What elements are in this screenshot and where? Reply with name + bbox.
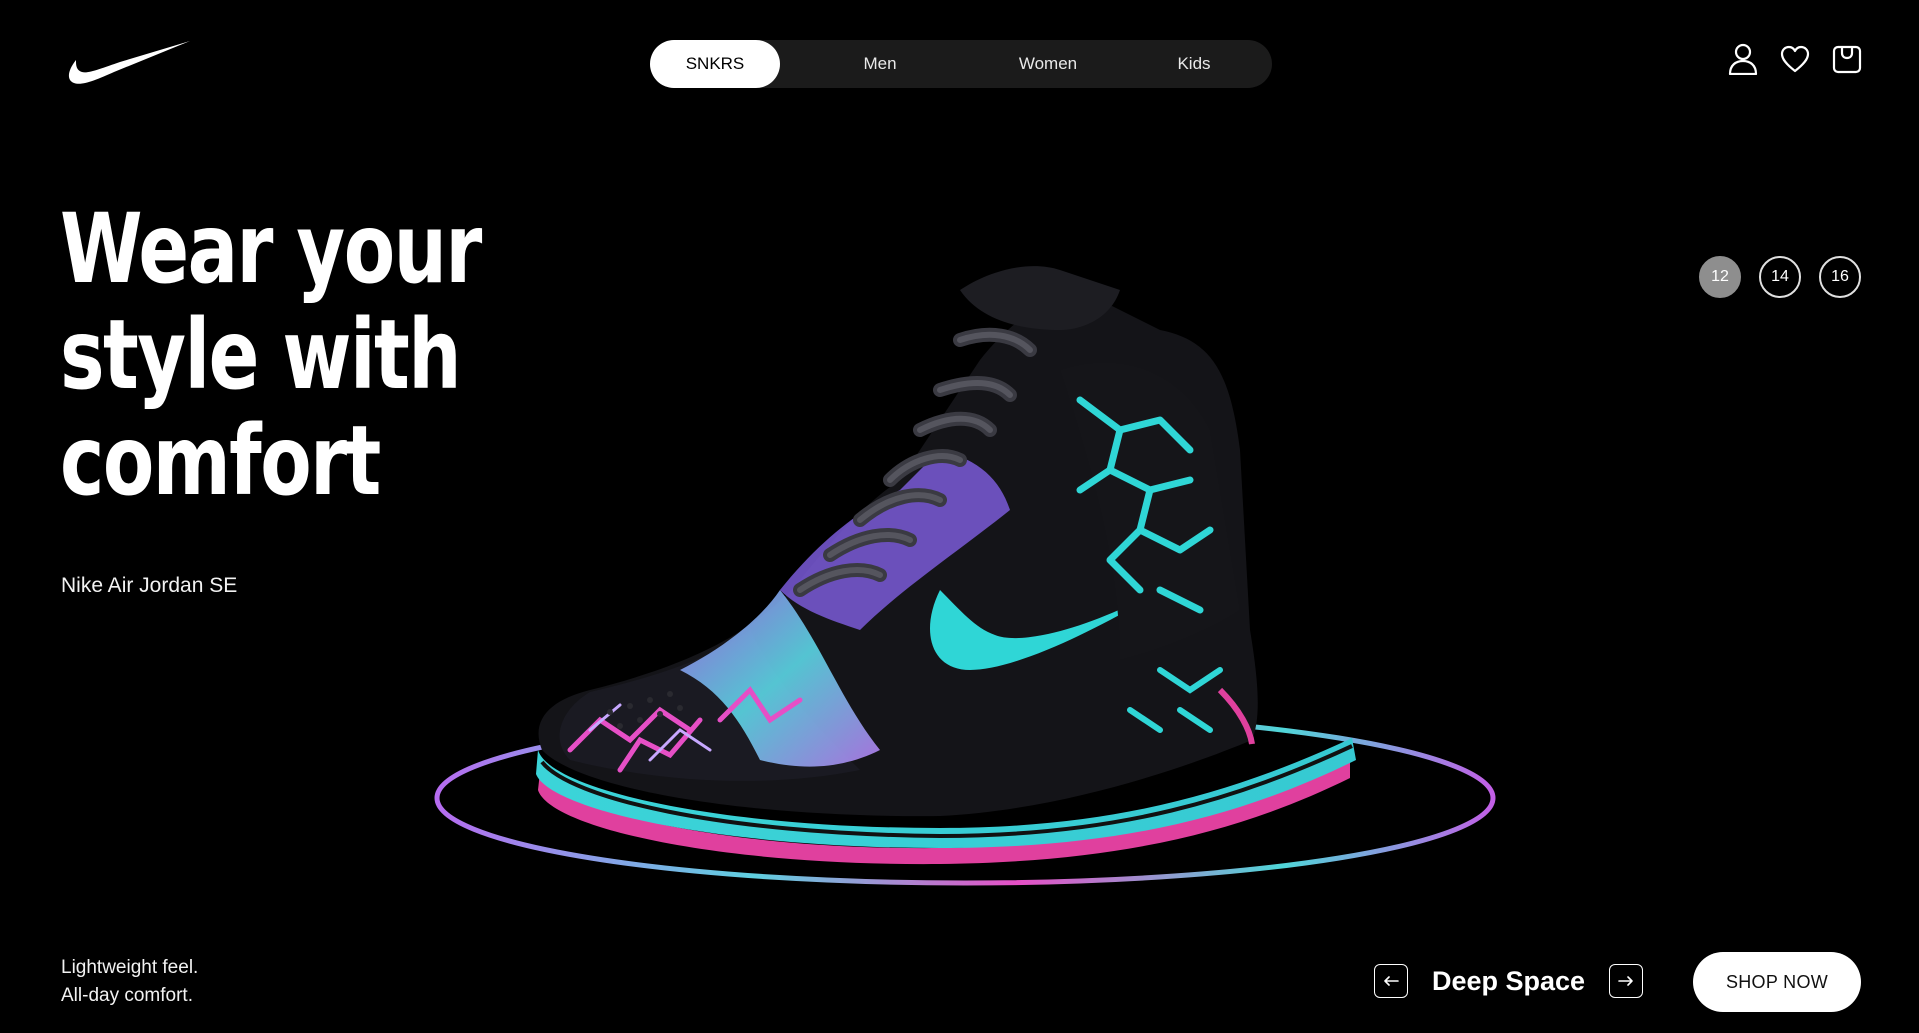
colorway-name: Deep Space: [1432, 965, 1586, 996]
heart-icon[interactable]: [1779, 42, 1811, 76]
product-name: Nike Air Jordan SE: [61, 574, 238, 597]
tab-kids[interactable]: Kids: [1116, 40, 1272, 88]
tab-women[interactable]: Women: [980, 40, 1116, 88]
tagline-line: Lightweight feel.: [61, 957, 199, 978]
next-colorway-button[interactable]: [1609, 964, 1644, 998]
size-selector: 12 14 16: [1699, 256, 1861, 298]
arrow-left-icon: [1384, 976, 1399, 986]
tagline-line: All-day comfort.: [61, 985, 193, 1006]
header-actions: [1727, 42, 1863, 76]
shop-now-button[interactable]: SHOP NOW: [1693, 952, 1861, 1012]
tagline: Lightweight feel. All-day comfort.: [61, 954, 198, 1010]
tab-men[interactable]: Men: [780, 40, 980, 88]
landing-page: SNKRS Men Women Kids Wear your style wit…: [0, 0, 1919, 1033]
colorway-switcher: Deep Space: [1374, 964, 1644, 998]
size-option[interactable]: 14: [1759, 256, 1801, 298]
bag-icon[interactable]: [1831, 42, 1863, 76]
size-option[interactable]: 16: [1819, 256, 1861, 298]
size-option[interactable]: 12: [1699, 256, 1741, 298]
prev-colorway-button[interactable]: [1374, 964, 1408, 998]
user-icon[interactable]: [1727, 42, 1759, 76]
category-nav: SNKRS Men Women Kids: [650, 40, 1272, 88]
product-image: [434, 266, 1496, 886]
arrow-right-icon: [1618, 976, 1633, 986]
tab-snkrs[interactable]: SNKRS: [650, 40, 780, 88]
nike-swoosh-logo[interactable]: [62, 38, 192, 86]
